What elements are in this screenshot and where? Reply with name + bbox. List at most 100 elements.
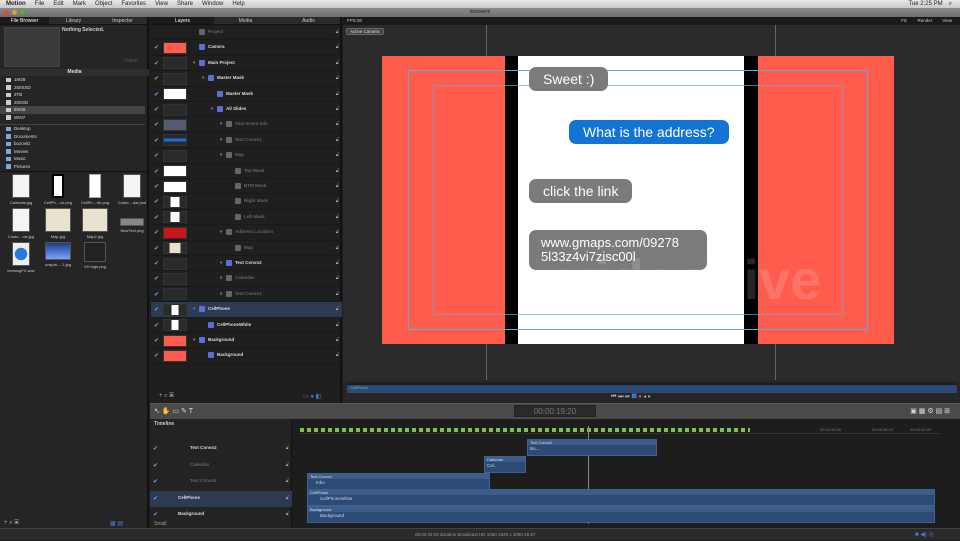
visibility-checkbox[interactable]: ✔ bbox=[154, 183, 159, 190]
lock-icon[interactable]: 🔓︎ bbox=[336, 352, 339, 358]
disclosure-triangle[interactable]: ▾ bbox=[193, 60, 195, 66]
visibility-checkbox[interactable]: ✔ bbox=[153, 511, 158, 518]
lock-icon[interactable]: 🔓︎ bbox=[336, 121, 339, 127]
visibility-checkbox[interactable]: ✔ bbox=[154, 44, 159, 51]
lock-icon[interactable]: 🔓︎ bbox=[336, 91, 339, 97]
layer-row[interactable]: ✔ Camera 🔓︎ bbox=[151, 40, 342, 56]
timeline-layer-row[interactable]: ✔ Calendar 🔓︎ bbox=[150, 458, 292, 474]
file-item[interactable]: Custo....ow.jpg bbox=[3, 208, 39, 240]
drive-item[interactable]: WIN7 bbox=[0, 114, 145, 122]
visibility-checkbox[interactable]: ✔ bbox=[153, 478, 158, 485]
lock-icon[interactable]: 🔓︎ bbox=[336, 137, 339, 143]
minimize-button[interactable] bbox=[12, 10, 17, 15]
lock-icon[interactable]: 🔓︎ bbox=[336, 322, 339, 328]
toolbar-right-icons[interactable]: ▣ ▦ ⚙ ▤ ⊞ bbox=[910, 407, 950, 415]
drive-item[interactable]: 16GB bbox=[0, 76, 145, 84]
lock-icon[interactable]: 🔓︎ bbox=[336, 245, 339, 251]
spotlight-icon[interactable]: ⌕ bbox=[949, 1, 952, 8]
menu-item[interactable]: Mark bbox=[73, 1, 86, 7]
lock-icon[interactable]: 🔓︎ bbox=[286, 495, 289, 501]
menu-item[interactable]: View bbox=[155, 1, 168, 7]
file-item[interactable]: Map2.jpg bbox=[77, 208, 113, 240]
layer-row[interactable]: ✔ ▾ Text Convo2 🔓︎ bbox=[151, 256, 342, 272]
layer-row[interactable]: ✔ BTM Mask 🔓︎ bbox=[151, 179, 342, 195]
timeline-layer-row[interactable]: ✔ Text Convo2 🔓︎ bbox=[150, 441, 292, 457]
drive-item[interactable]: 80GB bbox=[0, 106, 145, 114]
visibility-checkbox[interactable]: ✔ bbox=[154, 137, 159, 144]
file-item[interactable]: CellPh....ck.png bbox=[40, 174, 76, 206]
visibility-checkbox[interactable]: ✔ bbox=[154, 322, 159, 329]
lock-icon[interactable]: 🔓︎ bbox=[336, 229, 339, 235]
visibility-checkbox[interactable]: ✔ bbox=[154, 337, 159, 344]
visibility-checkbox[interactable]: ✔ bbox=[154, 75, 159, 82]
visibility-checkbox[interactable]: ✔ bbox=[154, 168, 159, 175]
tab-layers[interactable]: Layers bbox=[151, 17, 214, 24]
disclosure-triangle[interactable]: ▾ bbox=[220, 121, 222, 127]
disclosure-triangle[interactable]: ▾ bbox=[193, 337, 195, 343]
lock-icon[interactable]: 🔓︎ bbox=[336, 60, 339, 66]
lock-icon[interactable]: 🔓︎ bbox=[336, 106, 339, 112]
status-icons[interactable]: ■ ◀) ◎ bbox=[915, 529, 934, 541]
layer-row[interactable]: ✔ Top Mask 🔓︎ bbox=[151, 164, 342, 179]
drive-item[interactable]: 2TB bbox=[0, 91, 145, 99]
folder-item[interactable]: Movies bbox=[0, 148, 145, 156]
layer-row[interactable]: ✔ ▾ Main Project 🔓︎ bbox=[151, 56, 342, 72]
add-layer-icon[interactable]: + ⌕ ▣ bbox=[159, 393, 174, 400]
add-icon[interactable]: + ⌕ ▣ bbox=[4, 520, 19, 527]
timeline-layer-row[interactable]: ✔ CellPhone 🔓︎ bbox=[150, 490, 292, 507]
close-button[interactable] bbox=[4, 10, 9, 15]
layer-row[interactable]: ✔ Background 🔓︎ bbox=[151, 348, 342, 364]
visibility-checkbox[interactable]: ✔ bbox=[154, 152, 159, 159]
disclosure-triangle[interactable]: ▾ bbox=[220, 137, 222, 143]
lock-icon[interactable]: 🔓︎ bbox=[286, 445, 289, 451]
menu-item[interactable]: Edit bbox=[53, 1, 63, 7]
menu-item[interactable]: Favorites bbox=[121, 1, 146, 7]
layer-row[interactable]: ✔ ▾ Text Convo1 🔓︎ bbox=[151, 133, 342, 149]
lock-icon[interactable]: 🔓︎ bbox=[336, 306, 339, 312]
layer-view-icons[interactable]: ▭ ● ◧ bbox=[303, 393, 321, 400]
visibility-checkbox[interactable]: ✔ bbox=[153, 495, 158, 502]
disclosure-triangle[interactable]: ▾ bbox=[211, 106, 213, 112]
disclosure-triangle[interactable]: ▾ bbox=[220, 152, 222, 158]
layer-row[interactable]: ✔ ▾ Your Event Info 🔓︎ bbox=[151, 117, 342, 133]
menu-item[interactable]: Help bbox=[232, 1, 244, 7]
select-tool-icon[interactable]: ↖ ✋ ▭ ✎ T bbox=[154, 407, 193, 415]
file-item[interactable]: NewText.png bbox=[114, 208, 150, 240]
lock-icon[interactable]: 🔓︎ bbox=[336, 214, 339, 220]
lock-icon[interactable]: 🔓︎ bbox=[336, 183, 339, 189]
timecode-display[interactable]: 00:00:19:20 bbox=[514, 405, 596, 417]
visibility-checkbox[interactable]: ✔ bbox=[154, 306, 159, 313]
folder-item[interactable]: bozovitz bbox=[0, 140, 145, 148]
menu-item[interactable]: File bbox=[35, 1, 45, 7]
visibility-checkbox[interactable]: ✔ bbox=[154, 352, 159, 359]
visibility-checkbox[interactable]: ✔ bbox=[154, 198, 159, 205]
timeline-clip[interactable]: Text Convo1 Inbo bbox=[307, 473, 490, 490]
file-item[interactable]: unspla.....1.jpg bbox=[40, 242, 76, 274]
disclosure-triangle[interactable]: ▾ bbox=[202, 75, 204, 81]
disclosure-triangle[interactable]: ▾ bbox=[220, 275, 222, 281]
lock-icon[interactable]: 🔓︎ bbox=[286, 478, 289, 484]
visibility-checkbox[interactable]: ✔ bbox=[154, 229, 159, 236]
lock-icon[interactable]: 🔓︎ bbox=[286, 462, 289, 468]
drive-item[interactable]: 200GB bbox=[0, 99, 145, 107]
location-popup[interactable]: Media bbox=[0, 69, 149, 76]
file-item[interactable]: Calendar.jpg bbox=[3, 174, 39, 206]
lock-icon[interactable]: 🔓︎ bbox=[336, 291, 339, 297]
visibility-checkbox[interactable]: ✔ bbox=[154, 60, 159, 67]
tab-audio[interactable]: Audio bbox=[277, 17, 340, 24]
render-menu[interactable]: Render bbox=[918, 17, 933, 25]
layer-row[interactable]: ✔ CellPhoneWhite 🔓︎ bbox=[151, 318, 342, 333]
menu-item[interactable]: Window bbox=[202, 1, 223, 7]
folder-item[interactable]: Music bbox=[0, 155, 145, 163]
lock-icon[interactable]: 🔓︎ bbox=[336, 337, 339, 343]
playback-controls[interactable]: ⏮ ⏭ ⏯ ❚❚ ● ◂ ▸ bbox=[611, 394, 651, 401]
lock-icon[interactable]: 🔓︎ bbox=[336, 275, 339, 281]
file-item[interactable]: textmsgFX.wav bbox=[3, 242, 39, 274]
size-popup[interactable]: Small bbox=[154, 521, 167, 527]
disclosure-triangle[interactable]: ▾ bbox=[220, 291, 222, 297]
tab-inspector[interactable]: Inspector bbox=[98, 17, 147, 24]
zoom-button[interactable] bbox=[20, 10, 25, 15]
import-button[interactable]: Import bbox=[124, 58, 138, 64]
file-item[interactable]: CellPh....ite.png bbox=[77, 174, 113, 206]
lock-icon[interactable]: 🔓︎ bbox=[286, 511, 289, 517]
